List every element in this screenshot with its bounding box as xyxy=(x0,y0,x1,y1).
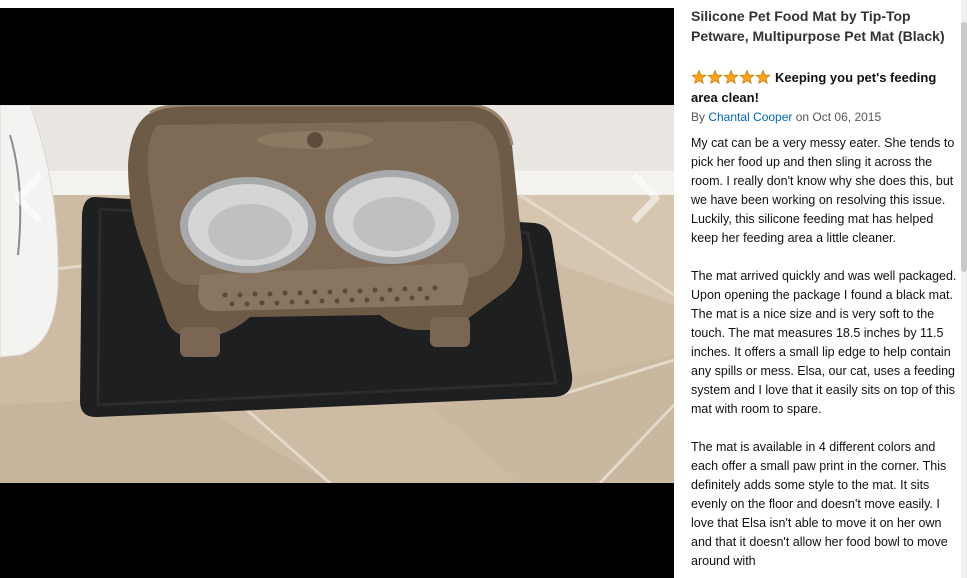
chevron-left-icon xyxy=(14,172,43,224)
chevron-right-icon xyxy=(631,172,660,224)
star-icon xyxy=(723,70,739,84)
review-photo-image xyxy=(0,105,674,483)
review-body: My cat can be a very messy eater. She te… xyxy=(691,134,963,571)
byline-prefix: By xyxy=(691,110,709,124)
review-byline: By Chantal Cooper on Oct 06, 2015 xyxy=(691,108,963,126)
review-date: on Oct 06, 2015 xyxy=(792,110,882,124)
review-content: Silicone Pet Food Mat by Tip-Top Petware… xyxy=(691,6,963,578)
review-paragraph: My cat can be a very messy eater. She te… xyxy=(691,136,955,245)
star-rating xyxy=(691,70,771,84)
star-icon xyxy=(755,70,771,84)
star-icon xyxy=(691,70,707,84)
review-author-link[interactable]: Chantal Cooper xyxy=(708,110,792,124)
scrollbar-thumb[interactable] xyxy=(961,22,967,272)
review-lightbox: Silicone Pet Food Mat by Tip-Top Petware… xyxy=(0,0,967,578)
star-icon xyxy=(739,70,755,84)
review-paragraph: The mat arrived quickly and was well pac… xyxy=(691,269,957,416)
next-image-button[interactable] xyxy=(622,168,668,228)
image-viewer xyxy=(0,8,674,578)
review-paragraph: The mat is available in 4 different colo… xyxy=(691,440,948,568)
review-header: Keeping you pet's feeding area clean! xyxy=(691,68,963,108)
product-title-link[interactable]: Silicone Pet Food Mat by Tip-Top Petware… xyxy=(691,6,963,46)
star-icon xyxy=(707,70,723,84)
review-photo xyxy=(0,105,674,483)
review-panel: Silicone Pet Food Mat by Tip-Top Petware… xyxy=(674,0,967,578)
review-scrollbar[interactable] xyxy=(961,0,967,578)
star-rating-icons xyxy=(691,70,771,84)
previous-image-button[interactable] xyxy=(6,168,52,228)
